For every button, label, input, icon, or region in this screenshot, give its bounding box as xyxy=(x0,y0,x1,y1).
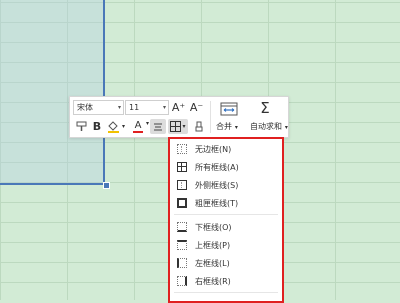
all-borders-icon xyxy=(177,162,187,172)
menu-item-label: 无边框(N) xyxy=(195,144,232,154)
sigma-icon: Σ xyxy=(260,99,270,117)
chevron-down-icon: ▾ xyxy=(182,123,186,130)
borders-icon xyxy=(170,121,182,132)
autosum-icon-button[interactable]: Σ xyxy=(255,99,275,117)
menu-item-label: 下框线(O) xyxy=(195,222,232,232)
menu-item-top-border[interactable]: 上框线(P) xyxy=(170,235,282,255)
align-center-button[interactable] xyxy=(150,119,166,134)
font-name-value: 宋体 xyxy=(77,103,93,112)
top-border-icon xyxy=(177,240,187,250)
menu-item-label: 外侧框线(S) xyxy=(195,180,239,190)
format-painter-button[interactable] xyxy=(74,119,89,134)
grow-font-icon: A⁺ xyxy=(171,101,186,114)
outside-borders-icon xyxy=(177,180,187,190)
font-color-icon: A xyxy=(134,119,142,131)
menu-item-right-border[interactable]: 右框线(R) xyxy=(170,271,282,291)
font-name-select[interactable]: 宋体 ▾ xyxy=(73,100,124,115)
autosum-label: 自动求和 xyxy=(250,122,282,131)
font-color-button[interactable]: A xyxy=(128,119,148,134)
bold-icon: B xyxy=(92,120,102,133)
thick-box-border-icon xyxy=(177,198,187,208)
menu-item-label: 粗匣框线(T) xyxy=(195,198,239,208)
mini-toolbar: 宋体 ▾ 11 ▾ A⁺ A⁻ B ▾ A ▾ ▾ 合并 ▾ Σ 自动求和 ▾ xyxy=(69,96,289,138)
menu-item-no-border[interactable]: 无边框(N) xyxy=(170,139,282,159)
menu-item-bottom-border[interactable]: 下框线(O) xyxy=(170,217,282,237)
menu-divider xyxy=(174,292,278,293)
font-size-value: 11 xyxy=(129,103,140,112)
shrink-font-icon: A⁻ xyxy=(189,101,204,114)
merge-cells-icon xyxy=(220,102,238,116)
borders-button[interactable]: ▾ xyxy=(168,119,188,134)
format-painter-icon xyxy=(76,121,87,131)
fill-color-button[interactable]: ▾ xyxy=(106,119,126,134)
menu-divider xyxy=(174,214,278,215)
menu-item-label: 所有框线(A) xyxy=(195,162,239,172)
menu-item-label: 左框线(L) xyxy=(195,258,230,268)
menu-item-thick-box-border[interactable]: 粗匣框线(T) xyxy=(170,193,282,213)
menu-item-label: 上框线(P) xyxy=(195,240,231,250)
no-border-icon xyxy=(177,144,187,154)
menu-item-label: 右框线(R) xyxy=(195,276,231,286)
chevron-down-icon: ▾ xyxy=(121,123,125,130)
font-color-bar xyxy=(133,130,143,133)
clear-format-button[interactable] xyxy=(192,119,206,134)
bottom-border-icon xyxy=(177,222,187,232)
toolbar-divider xyxy=(210,101,211,133)
menu-item-all-borders[interactable]: 所有框线(A) xyxy=(170,157,282,177)
chevron-down-icon: ▾ xyxy=(234,124,238,131)
paint-bucket-icon xyxy=(107,121,119,133)
merge-label: 合并 xyxy=(216,122,232,131)
chevron-down-icon: ▾ xyxy=(146,120,150,127)
left-border-icon xyxy=(177,258,187,268)
grow-font-button[interactable]: A⁺ xyxy=(171,100,186,115)
shrink-font-button[interactable]: A⁻ xyxy=(189,100,204,115)
chevron-down-icon: ▾ xyxy=(284,124,288,131)
chevron-down-icon: ▾ xyxy=(117,104,121,111)
merge-icon-button[interactable] xyxy=(214,100,244,118)
eraser-icon xyxy=(195,121,203,132)
align-center-icon xyxy=(154,123,162,130)
border-dropdown-menu: 无边框(N) 所有框线(A) 外侧框线(S) 粗匣框线(T) 下框线(O) 上框… xyxy=(168,137,284,303)
cell-selection-range[interactable] xyxy=(0,0,105,185)
menu-item-outside-borders[interactable]: 外侧框线(S) xyxy=(170,175,282,195)
merge-button[interactable]: 合并 ▾ xyxy=(216,121,238,132)
menu-item-left-border[interactable]: 左框线(L) xyxy=(170,253,282,273)
right-border-icon xyxy=(177,276,187,286)
bold-button[interactable]: B xyxy=(90,119,104,134)
chevron-down-icon: ▾ xyxy=(162,104,166,111)
font-size-select[interactable]: 11 ▾ xyxy=(125,100,169,115)
autosum-button[interactable]: 自动求和 ▾ xyxy=(250,121,288,132)
fill-handle[interactable] xyxy=(103,182,110,189)
